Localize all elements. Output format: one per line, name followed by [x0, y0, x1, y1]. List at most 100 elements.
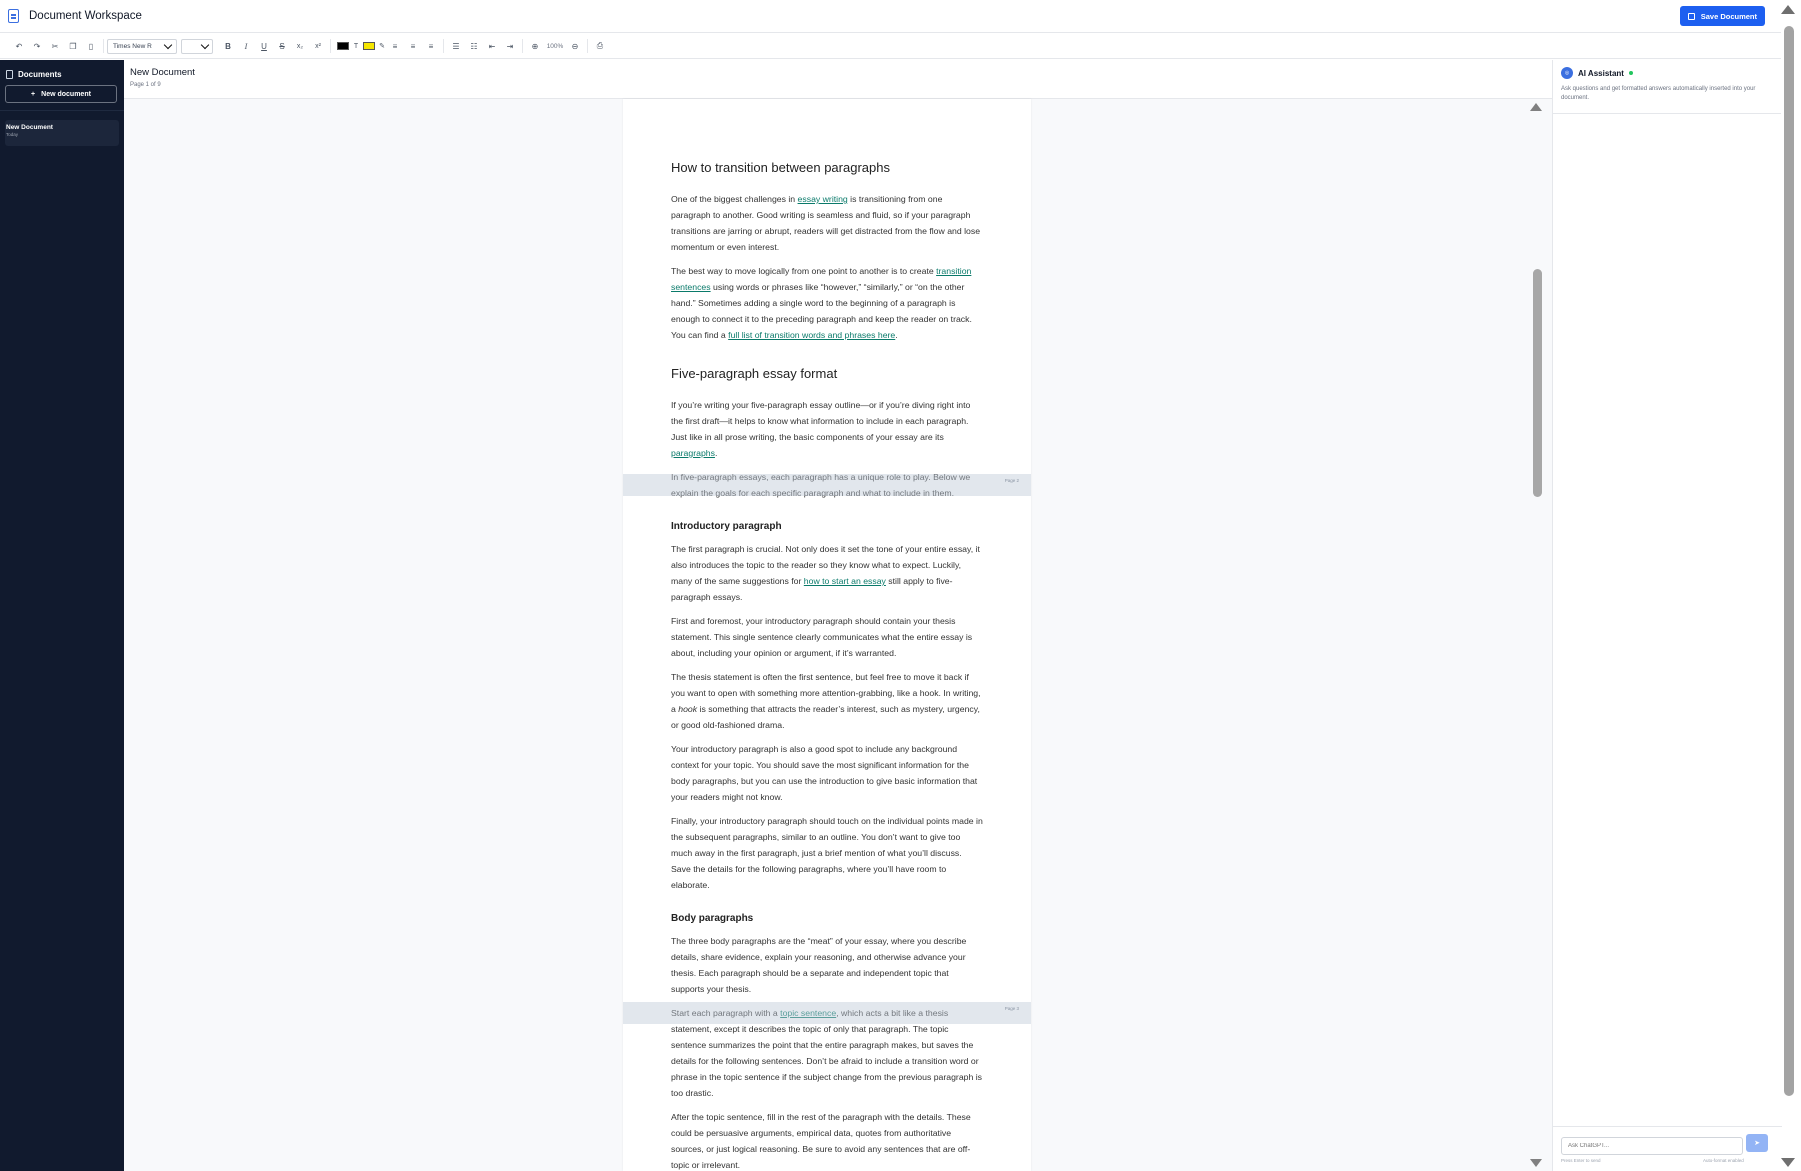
send-hint: Press Enter to send: [1561, 1158, 1601, 1163]
formatting-toolbar: ↶ ↷ ✂ ❐ ▯ Times New R B I U S x₂ x² T ✎ …: [0, 34, 1781, 59]
send-button[interactable]: ➤: [1746, 1134, 1768, 1152]
align-center-icon[interactable]: ≡: [404, 37, 422, 55]
paragraph: Your introductory paragraph is also a go…: [671, 744, 978, 802]
scroll-down-arrow-icon[interactable]: [1530, 1159, 1542, 1167]
documents-sidebar: Documents + New document New Document To…: [0, 60, 124, 1171]
numbered-list-icon[interactable]: ☷: [465, 37, 483, 55]
document-header: New Document Page 1 of 9: [124, 60, 1552, 99]
italic-icon[interactable]: I: [237, 37, 255, 55]
strikethrough-icon[interactable]: S: [273, 37, 291, 55]
new-document-button[interactable]: + New document: [5, 85, 117, 103]
ai-chat-input[interactable]: [1561, 1137, 1743, 1155]
document-title[interactable]: New Document: [130, 67, 1546, 78]
undo-icon[interactable]: ↶: [10, 37, 28, 55]
sidebar-header: Documents: [5, 66, 119, 80]
zoom-level: 100%: [546, 42, 564, 50]
zoom-in-icon[interactable]: ⊕: [526, 37, 544, 55]
save-document-label: Save Document: [1700, 11, 1757, 21]
document-page[interactable]: How to transition between paragraphs One…: [623, 99, 1031, 1171]
paragraph: The best way to move logically from one …: [671, 266, 972, 340]
link-paragraphs[interactable]: paragraphs: [671, 448, 715, 458]
plus-icon: +: [31, 90, 36, 98]
align-left-icon[interactable]: ≡: [386, 37, 404, 55]
page-break-label: Page 3: [1004, 1006, 1019, 1011]
documents-icon: [6, 69, 13, 79]
align-right-icon[interactable]: ≡: [422, 37, 440, 55]
font-family-value: Times New R: [113, 42, 152, 50]
toolbar-divider: [103, 39, 104, 53]
send-icon: ➤: [1754, 1140, 1760, 1147]
page-break-marker: Page 3: [623, 1002, 1031, 1024]
text-color-icon: T: [353, 42, 359, 50]
paragraph: If you’re writing your five-paragraph es…: [671, 400, 971, 458]
paragraph: Finally, your introductory paragraph sho…: [671, 816, 983, 890]
paragraph: The thesis statement is often the first …: [671, 672, 981, 730]
indent-icon[interactable]: ⇥: [501, 37, 519, 55]
page-count: Page 1 of 9: [130, 82, 161, 88]
editor-area: New Document Page 1 of 9 How to transiti…: [124, 60, 1552, 1171]
paragraph: The three body paragraphs are the “meat”…: [671, 936, 967, 994]
document-name: New Document: [6, 124, 53, 131]
toolbar-divider: [443, 39, 444, 53]
window-scroll-up-icon[interactable]: [1781, 5, 1795, 14]
new-document-label: New document: [41, 90, 91, 98]
toolbar-divider: [587, 39, 588, 53]
link-transition-words-list[interactable]: full list of transition words and phrase…: [728, 330, 895, 340]
ai-assistant-description: Ask questions and get formatted answers …: [1561, 86, 1756, 101]
superscript-icon[interactable]: x²: [309, 37, 327, 55]
sidebar-item-new-document[interactable]: New Document Today: [5, 120, 119, 146]
document-date: Today: [6, 132, 19, 137]
chevron-down-icon: [200, 40, 210, 49]
font-size-select[interactable]: [181, 38, 213, 54]
text-color-button[interactable]: [334, 37, 352, 55]
save-icon: [1687, 12, 1695, 20]
page-break-marker: Page 2: [623, 474, 1031, 496]
ai-assistant-icon: ◎: [1561, 67, 1573, 79]
sidebar-heading: Documents: [18, 69, 62, 79]
editor-scrollbar-thumb[interactable]: [1533, 269, 1542, 497]
highlight-color-swatch: [363, 42, 375, 50]
paragraph: First and foremost, your introductory pa…: [671, 616, 973, 658]
ai-assistant-panel: ◎ AI Assistant Ask questions and get for…: [1552, 60, 1782, 1171]
heading-transition: How to transition between paragraphs: [671, 160, 890, 175]
ai-assistant-header: ◎ AI Assistant Ask questions and get for…: [1553, 60, 1781, 114]
heading-introductory: Introductory paragraph: [671, 521, 782, 532]
underline-icon[interactable]: U: [255, 37, 273, 55]
paste-icon[interactable]: ▯: [82, 37, 100, 55]
chevron-down-icon: [163, 40, 173, 49]
font-family-select[interactable]: Times New R: [107, 38, 177, 54]
window-scrollbar-thumb[interactable]: [1784, 26, 1794, 1096]
sidebar-divider: [0, 110, 124, 111]
print-icon[interactable]: ⎙: [591, 37, 609, 55]
heading-body-paragraphs: Body paragraphs: [671, 913, 754, 924]
paragraph: One of the biggest challenges in essay w…: [671, 194, 981, 252]
document-icon: [8, 9, 19, 23]
paragraph: After the topic sentence, fill in the re…: [671, 1112, 971, 1170]
heading-five-paragraph: Five-paragraph essay format: [671, 366, 838, 381]
ai-assistant-title: AI Assistant: [1578, 68, 1624, 78]
link-how-to-start-essay[interactable]: how to start an essay: [804, 576, 886, 586]
scroll-up-arrow-icon[interactable]: [1530, 103, 1542, 111]
toolbar-divider: [522, 39, 523, 53]
zoom-out-icon[interactable]: ⊖: [566, 37, 584, 55]
subscript-icon[interactable]: x₂: [291, 37, 309, 55]
bullet-list-icon[interactable]: ☰: [447, 37, 465, 55]
bold-icon[interactable]: B: [219, 37, 237, 55]
text-color-swatch: [337, 42, 349, 50]
app-header: Document Workspace Save Document: [0, 0, 1781, 33]
copy-icon[interactable]: ❐: [64, 37, 82, 55]
redo-icon[interactable]: ↷: [28, 37, 46, 55]
cut-icon[interactable]: ✂: [46, 37, 64, 55]
ai-input-area: ➤ Press Enter to send Auto-format enable…: [1553, 1126, 1782, 1171]
auto-format-status: Auto-format enabled: [1703, 1158, 1744, 1163]
save-document-button[interactable]: Save Document: [1679, 6, 1765, 26]
paragraph: The first paragraph is crucial. Not only…: [671, 544, 980, 602]
app-title: Document Workspace: [29, 10, 142, 22]
window-scroll-down-icon[interactable]: [1781, 1158, 1795, 1167]
highlighter-icon: ✎: [379, 43, 385, 50]
page-break-label: Page 2: [1004, 478, 1019, 483]
toolbar-divider: [330, 39, 331, 53]
highlight-color-button[interactable]: [360, 37, 378, 55]
outdent-icon[interactable]: ⇤: [483, 37, 501, 55]
link-essay-writing[interactable]: essay writing: [798, 194, 848, 204]
